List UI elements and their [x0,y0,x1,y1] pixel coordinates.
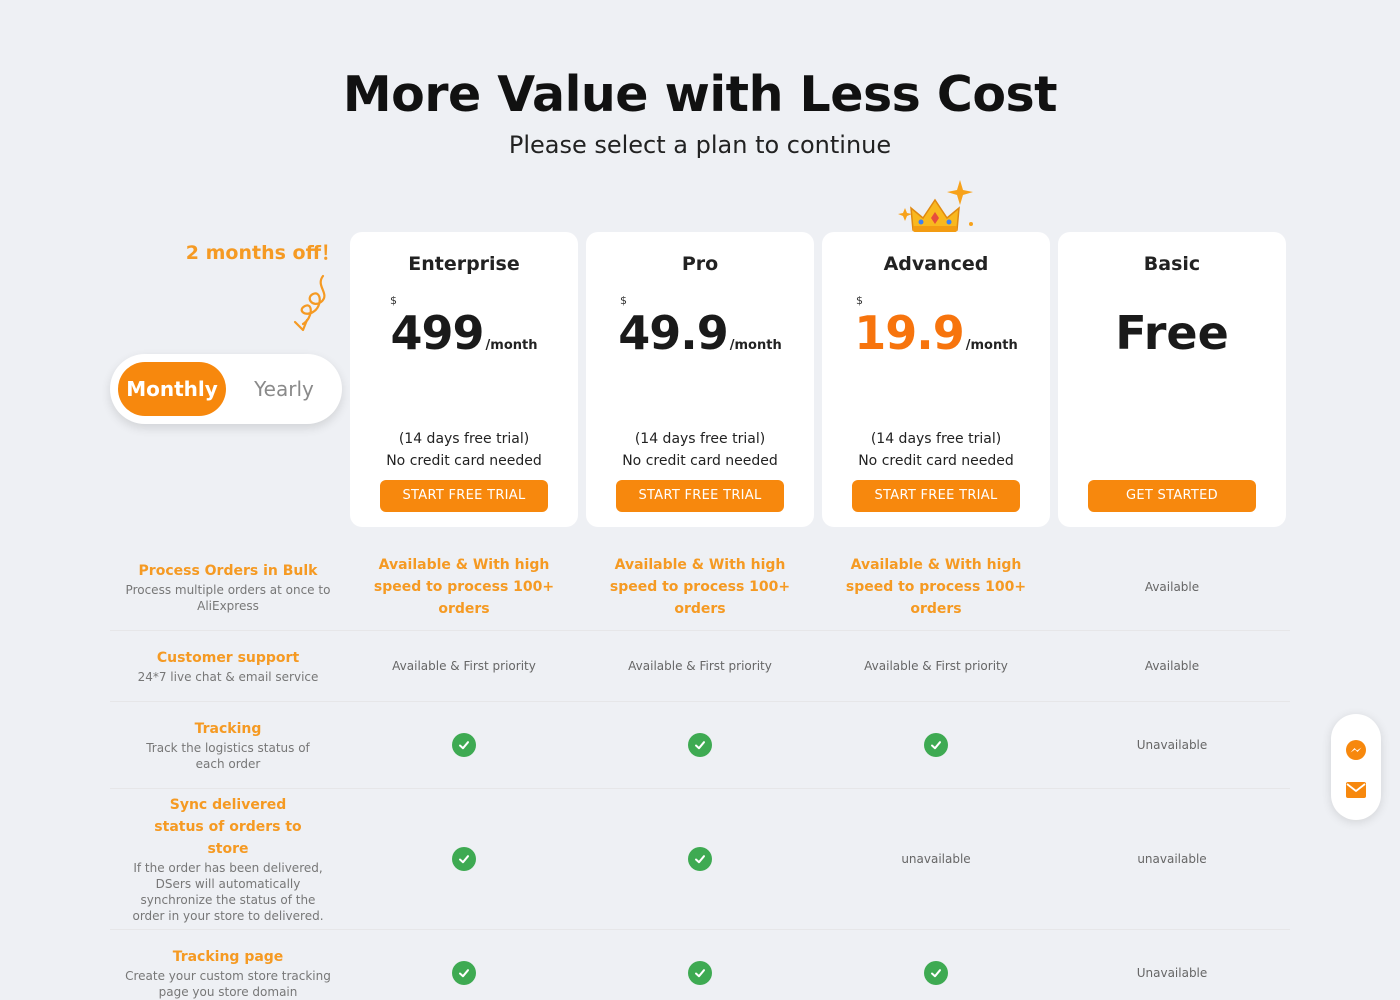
check-icon [452,733,476,757]
feature-title: Tracking [194,721,262,737]
price-unit: /month [485,338,538,353]
value-cell: Available & With high speed to process 1… [818,544,1054,630]
price-unit: /month [729,338,782,353]
table-row: Customer support 24*7 live chat & email … [110,631,1290,702]
value-cell: unavailable [818,789,1054,929]
feature-cell: Process Orders in Bulk Process multiple … [110,544,346,630]
value-cell [346,789,582,929]
value-cell: Available & With high speed to process 1… [582,544,818,630]
value-cell [818,702,1054,788]
price-unit: /month [965,338,1018,353]
value-cell [346,930,582,1000]
value-text: Available & First priority [392,659,536,673]
no-card-text: No credit card needed [386,453,542,469]
check-icon [924,733,948,757]
price-amount: 19.9 [854,306,964,360]
value-cell: Available & First priority [582,631,818,701]
check-icon [688,960,712,985]
price: 49.9 /month [586,306,814,360]
price-amount: 49.9 [618,306,728,360]
trial-text: (14 days free trial) [870,431,1002,447]
start-free-trial-button[interactable]: START FREE TRIAL [852,480,1020,512]
plan-name: Pro [681,253,719,275]
value-text: Available [1144,659,1200,673]
no-card-text: No credit card needed [858,453,1014,469]
curly-arrow-icon [293,274,326,332]
value-cell: Unavailable [1054,702,1290,788]
promo-label: 2 months off！ [185,242,340,264]
check-icon [452,960,476,985]
billing-toggle[interactable]: Monthly Yearly [110,354,342,424]
feature-desc: Track the logistics status of each order [146,741,310,771]
start-free-trial-button[interactable]: START FREE TRIAL [616,480,784,512]
value-cell: Available [1054,631,1290,701]
toggle-yearly[interactable]: Yearly [234,362,334,416]
feature-title: Process Orders in Bulk [138,563,318,579]
plan-card-pro: Pro $ 49.9 /month (14 days free trial) N… [586,232,814,527]
value-cell: Available & First priority [346,631,582,701]
value-text: unavailable [1137,852,1207,866]
plan-card-advanced: Advanced $ 19.9 /month (14 days free tri… [822,232,1050,527]
plan-card-enterprise: Enterprise $ 499 /month (14 days free tr… [350,232,578,527]
mail-icon[interactable] [1344,778,1368,802]
feature-desc: If the order has been delivered, DSers w… [132,861,324,923]
check-icon [452,847,476,871]
feature-cell: Tracking Track the logistics status of e… [110,702,346,788]
value-cell: Available & With high speed to process 1… [346,544,582,630]
plan-name: Enterprise [408,253,520,275]
value-cell [582,789,818,929]
get-started-button[interactable]: GET STARTED [1088,480,1256,512]
toggle-monthly[interactable]: Monthly [118,362,226,416]
table-row: Sync delivered status of orders to store… [110,789,1290,930]
page-title: More Value with Less Cost [342,66,1058,123]
check-icon [924,960,948,985]
value-text: Available & With high speed to process 1… [609,557,791,617]
value-cell: unavailable [1054,789,1290,929]
plan-card-basic: Basic Free GET STARTED [1058,232,1286,527]
price-amount: 499 [390,306,485,360]
feature-desc: Process multiple orders at once to AliEx… [125,583,331,613]
plan-name: Basic [1143,253,1201,275]
value-text: Available & With high speed to process 1… [373,557,555,617]
check-icon [688,733,712,757]
feature-cell: Sync delivered status of orders to store… [110,789,346,929]
value-text: Available & First priority [864,659,1008,673]
trial-text: (14 days free trial) [398,431,530,447]
trial-text: (14 days free trial) [634,431,766,447]
value-cell: Available & First priority [818,631,1054,701]
messenger-icon[interactable] [1344,738,1368,762]
feature-title: Customer support [156,650,300,666]
value-text: unavailable [901,852,971,866]
value-cell: Unavailable [1054,930,1290,1000]
feature-title: Tracking page [172,948,284,965]
feature-cell: Customer support 24*7 live chat & email … [110,631,346,701]
value-text: Available & First priority [628,659,772,673]
contact-widget [1331,714,1381,820]
value-text: Unavailable [1136,738,1208,752]
value-text: Available [1144,580,1200,594]
value-cell [582,930,818,1000]
value-cell: Available [1054,544,1290,630]
value-cell [818,930,1054,1000]
value-text: Available & With high speed to process 1… [845,557,1027,617]
feature-desc: Create your custom store tracking page y… [125,968,331,999]
plan-name: Advanced [883,253,989,275]
feature-title: Sync delivered status of orders to store [154,797,302,857]
table-row: Tracking Track the logistics status of e… [110,702,1290,789]
table-row: Tracking page Create your custom store t… [110,930,1290,1000]
value-cell [582,702,818,788]
price-amount: Free [1115,306,1229,360]
no-card-text: No credit card needed [622,453,778,469]
price: 499 /month [350,306,578,360]
page-subtitle: Please select a plan to continue [508,131,892,159]
start-free-trial-button[interactable]: START FREE TRIAL [380,480,548,512]
value-text: Unavailable [1136,965,1208,980]
check-icon [688,847,712,871]
value-cell [346,702,582,788]
table-row: Process Orders in Bulk Process multiple … [110,544,1290,631]
feature-desc: 24*7 live chat & email service [137,670,319,684]
feature-cell: Tracking page Create your custom store t… [110,930,346,1000]
price: 19.9 /month [822,306,1050,360]
crown-icon [898,180,973,232]
